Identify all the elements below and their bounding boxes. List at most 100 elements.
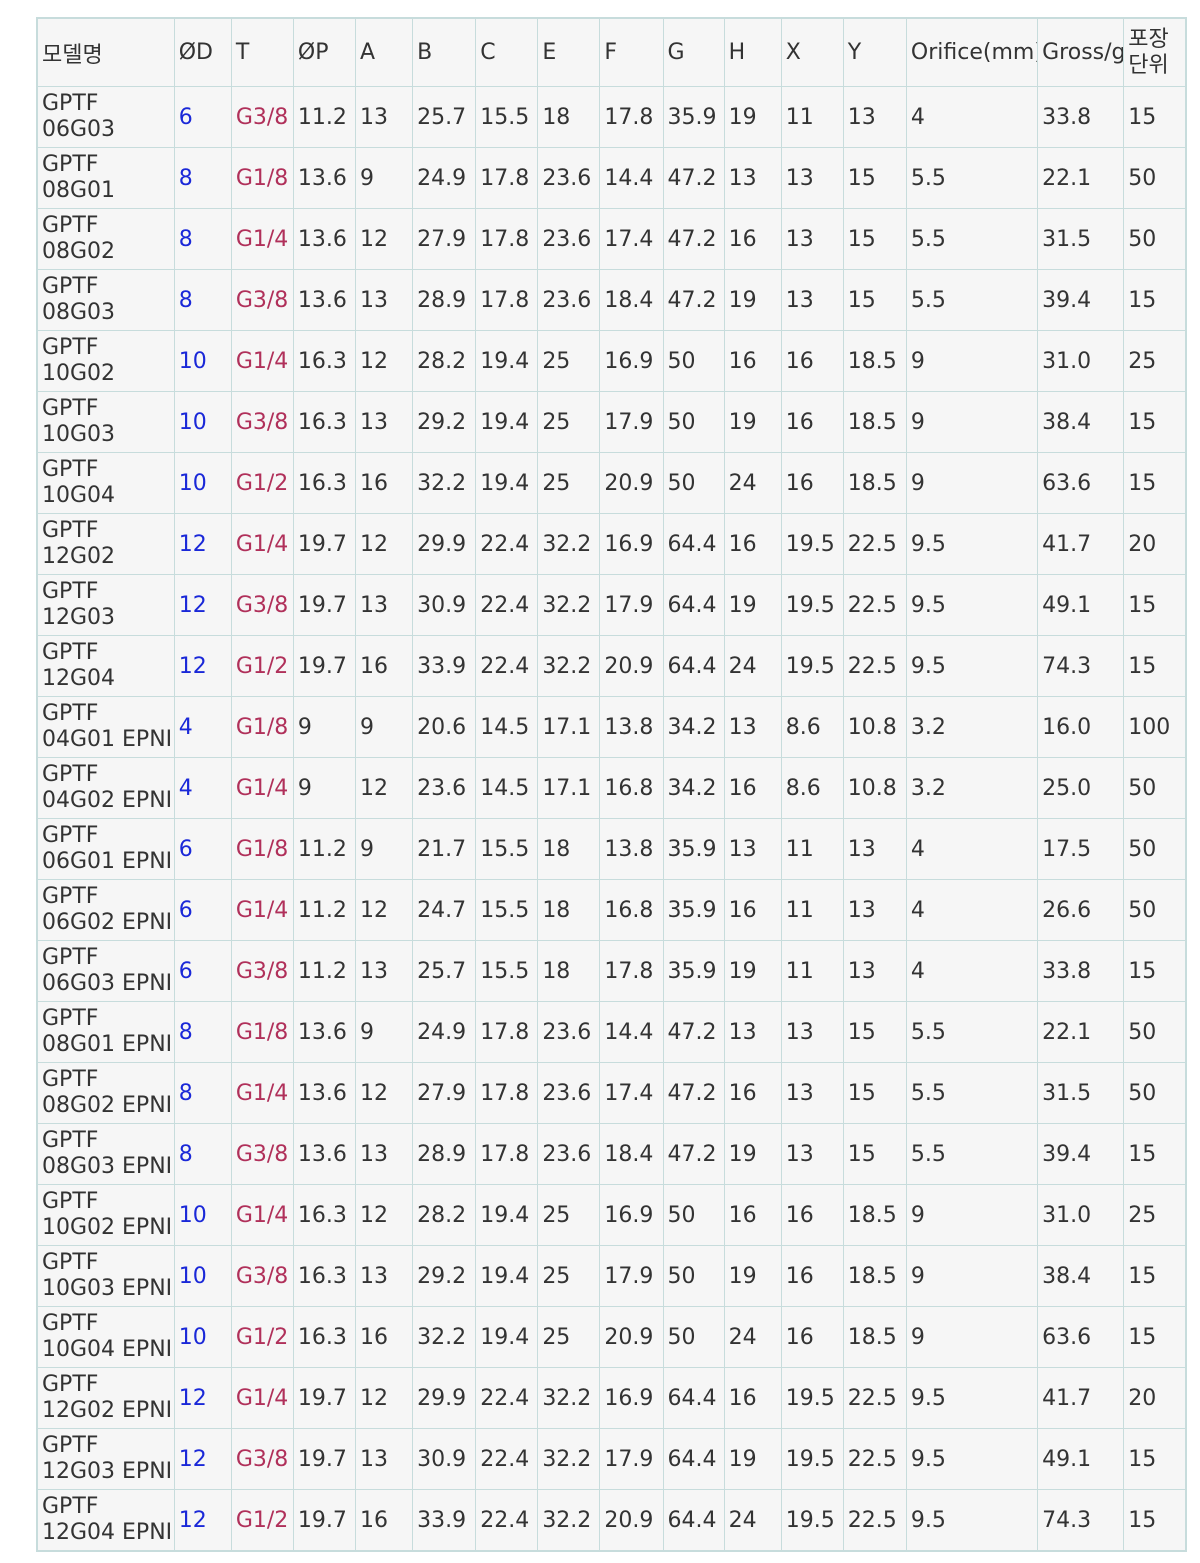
model-line: 10G04 (42, 483, 116, 508)
cell-h: 13 (723, 818, 782, 880)
cell-op: 16.3 (292, 1245, 357, 1307)
cell-gross: 26.6 (1037, 879, 1125, 941)
cell-a: 13 (355, 86, 414, 148)
cell-t: G1/4 (230, 757, 294, 819)
cell-g: 50 (662, 391, 725, 453)
cell-op: 13.6 (292, 269, 357, 331)
cell-a: 12 (355, 513, 414, 575)
cell-od: 8 (173, 1001, 232, 1063)
header-c: C (475, 17, 539, 87)
cell-pack-unit: 15 (1123, 269, 1187, 331)
cell-pack-unit: 50 (1123, 757, 1187, 819)
cell-od: 4 (173, 757, 232, 819)
cell-op: 13.6 (292, 208, 357, 270)
cell-c: 17.8 (475, 1062, 539, 1124)
table-row: GPTF 08G02 EPNI 8 G1/4 13.6 12 27.9 17.8 23.6 17.… (36, 1062, 1187, 1124)
header-model: 모델명 (36, 17, 175, 87)
cell-x: 19.5 (780, 574, 844, 636)
cell-c: 17.8 (475, 208, 539, 270)
cell-op: 16.3 (292, 1306, 357, 1368)
cell-g: 64.4 (662, 1367, 725, 1429)
cell-pack-unit: 15 (1123, 1428, 1187, 1490)
cell-orifice: 9.5 (905, 574, 1039, 636)
cell-t: G1/2 (230, 1306, 294, 1368)
cell-od: 12 (173, 635, 232, 697)
table-row: GPTF 10G04 10 G1/2 16.3 16 32.2 19.4 25 20.9 50 24 1… (36, 452, 1187, 514)
cell-f: 20.9 (599, 1489, 664, 1552)
cell-y: 18.5 (842, 1306, 907, 1368)
cell-x: 13 (780, 1001, 844, 1063)
cell-e: 32.2 (537, 1367, 601, 1429)
cell-y: 18.5 (842, 391, 907, 453)
cell-f: 16.9 (599, 513, 664, 575)
model-line: 08G02 EPNI (42, 1093, 173, 1118)
cell-t: G1/2 (230, 1489, 294, 1552)
cell-g: 50 (662, 1245, 725, 1307)
cell-h: 19 (723, 574, 782, 636)
model-line: 06G03 (42, 117, 116, 142)
cell-x: 13 (780, 1062, 844, 1124)
cell-gross: 31.0 (1037, 330, 1125, 392)
model-line: 08G03 (42, 300, 116, 325)
cell-c: 22.4 (475, 574, 539, 636)
cell-op: 19.7 (292, 574, 357, 636)
cell-b: 24.9 (412, 1001, 477, 1063)
cell-f: 17.4 (599, 208, 664, 270)
cell-gross: 41.7 (1037, 1367, 1125, 1429)
cell-c: 15.5 (475, 879, 539, 941)
cell-orifice: 5.5 (905, 269, 1039, 331)
cell-gross: 38.4 (1037, 1245, 1125, 1307)
cell-f: 20.9 (599, 452, 664, 514)
cell-gross: 39.4 (1037, 1123, 1125, 1185)
cell-op: 19.7 (292, 635, 357, 697)
cell-f: 16.9 (599, 330, 664, 392)
cell-y: 13 (842, 940, 907, 1002)
cell-orifice: 9 (905, 330, 1039, 392)
cell-c: 19.4 (475, 1184, 539, 1246)
cell-od: 8 (173, 1123, 232, 1185)
cell-y: 22.5 (842, 574, 907, 636)
model-line: GPTF (42, 1067, 99, 1092)
cell-op: 19.7 (292, 513, 357, 575)
spec-table: 모델명 ØD T ØP A B C E F G H X Y Orifice(mm… (36, 17, 1187, 1552)
model-line: GPTF (42, 1128, 99, 1153)
cell-b: 23.6 (412, 757, 477, 819)
cell-y: 18.5 (842, 452, 907, 514)
cell-e: 25 (537, 1245, 601, 1307)
cell-gross: 49.1 (1037, 574, 1125, 636)
cell-f: 17.9 (599, 391, 664, 453)
cell-pack-unit: 50 (1123, 818, 1187, 880)
table-row: GPTF 12G02 12 G1/4 19.7 12 29.9 22.4 32.2 16.9 64.… (36, 513, 1187, 575)
cell-y: 15 (842, 147, 907, 209)
cell-b: 28.2 (412, 1184, 477, 1246)
cell-gross: 39.4 (1037, 269, 1125, 331)
header-x: X (780, 17, 844, 87)
cell-pack-unit: 15 (1123, 1245, 1187, 1307)
cell-x: 16 (780, 391, 844, 453)
cell-op: 9 (292, 757, 357, 819)
cell-gross: 22.1 (1037, 1001, 1125, 1063)
cell-y: 15 (842, 269, 907, 331)
cell-f: 17.8 (599, 86, 664, 148)
header-t: T (230, 17, 294, 87)
cell-a: 13 (355, 940, 414, 1002)
cell-g: 50 (662, 1306, 725, 1368)
cell-x: 13 (780, 1123, 844, 1185)
cell-pack-unit: 15 (1123, 452, 1187, 514)
cell-od: 12 (173, 574, 232, 636)
model-line: GPTF (42, 884, 99, 909)
cell-y: 22.5 (842, 513, 907, 575)
table-row: GPTF 10G04 EPNI 10 G1/2 16.3 16 32.2 19.4 25 20.9… (36, 1306, 1187, 1368)
table-row: GPTF 04G01 EPNI 4 G1/8 9 9 20.6 14.5 17.1 13.8 34.… (36, 696, 1187, 758)
cell-gross: 49.1 (1037, 1428, 1125, 1490)
cell-c: 14.5 (475, 696, 539, 758)
cell-c: 17.8 (475, 147, 539, 209)
model-line: 06G03 EPNI (42, 971, 173, 996)
cell-e: 23.6 (537, 1123, 601, 1185)
cell-model: GPTF 12G03 EPNI (36, 1428, 175, 1490)
cell-a: 13 (355, 1428, 414, 1490)
cell-od: 6 (173, 940, 232, 1002)
model-line: 08G01 EPNI (42, 1032, 173, 1057)
cell-model: GPTF 12G03 (36, 574, 175, 636)
cell-op: 16.3 (292, 330, 357, 392)
